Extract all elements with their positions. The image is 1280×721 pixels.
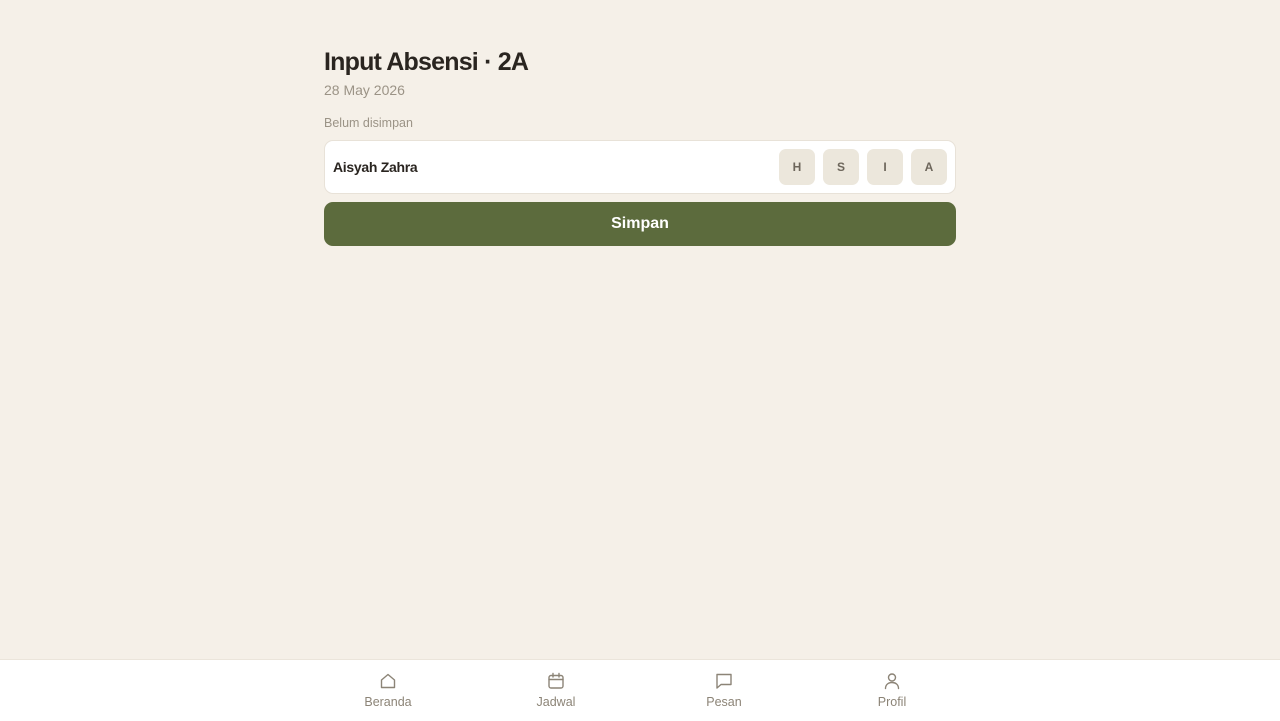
home-icon (379, 672, 397, 690)
nav-item-pesan[interactable]: Pesan (664, 660, 784, 721)
nav-item-jadwal[interactable]: Jadwal (496, 660, 616, 721)
attendance-status-group: H S I A (779, 149, 947, 185)
bottom-nav: Beranda Jadwal Pesan Profil (0, 659, 1280, 721)
nav-label-jadwal: Jadwal (536, 695, 576, 709)
message-icon (715, 672, 733, 690)
status-alpha-button[interactable]: A (911, 149, 947, 185)
status-hadir-button[interactable]: H (779, 149, 815, 185)
user-icon (883, 672, 901, 690)
nav-item-profil[interactable]: Profil (832, 660, 952, 721)
nav-label-profil: Profil (877, 695, 907, 709)
save-status-text: Belum disimpan (324, 116, 413, 130)
calendar-icon (547, 672, 565, 690)
status-sakit-button[interactable]: S (823, 149, 859, 185)
student-name: Aisyah Zahra (333, 159, 418, 175)
page-title: Input Absensi · 2A (324, 48, 529, 76)
page-date: 28 May 2026 (324, 82, 405, 98)
student-row: Aisyah Zahra H S I A (324, 140, 956, 194)
save-button[interactable]: Simpan (324, 202, 956, 246)
status-izin-button[interactable]: I (867, 149, 903, 185)
nav-label-pesan: Pesan (706, 695, 742, 709)
nav-item-beranda[interactable]: Beranda (328, 660, 448, 721)
nav-label-beranda: Beranda (364, 695, 412, 709)
